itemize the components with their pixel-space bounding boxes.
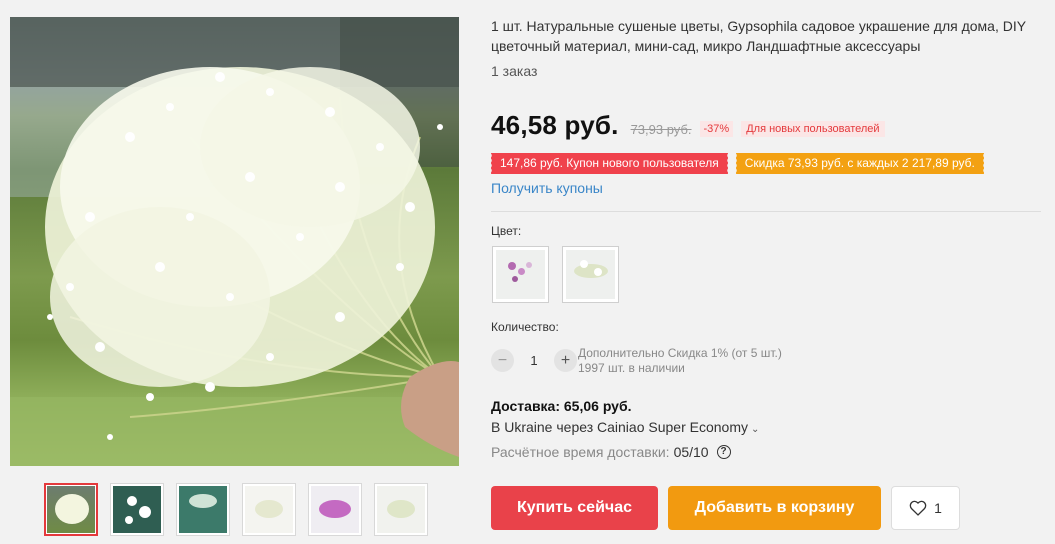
product-title: 1 шт. Натуральные сушеные цветы, Gypsoph… — [491, 18, 1026, 54]
color-option-purple[interactable] — [492, 246, 549, 303]
shipping-price: Доставка: 65,06 руб. — [491, 398, 632, 414]
shipping-method-text: В Ukraine через Cainiao Super Economy — [491, 419, 748, 435]
new-user-coupon[interactable]: 147,86 руб. Купон нового пользователя — [489, 153, 730, 174]
orders-count: 1 заказ — [491, 63, 538, 79]
thumbnail-5[interactable] — [308, 483, 362, 536]
color-option-white[interactable] — [562, 246, 619, 303]
wishlist-count: 1 — [934, 500, 942, 516]
get-coupons-link[interactable]: Получить купоны — [491, 180, 603, 196]
coupon-row: 147,86 руб. Купон нового пользователя Ск… — [489, 153, 987, 174]
shipping-method-selector[interactable]: В Ukraine через Cainiao Super Economy ⌄ — [491, 419, 759, 435]
thumbnail-strip — [44, 483, 428, 536]
discount-badge: -37% — [699, 121, 734, 137]
delivery-time: Расчётное время доставки: 05/10 ? — [491, 444, 731, 460]
extra-discount-text: Дополнительно Скидка 1% (от 5 шт.) — [578, 346, 782, 360]
quantity-minus-button[interactable]: − — [491, 349, 514, 372]
store-discount-coupon[interactable]: Скидка 73,93 руб. с каждых 2 217,89 руб. — [733, 153, 987, 174]
thumbnail-4[interactable] — [242, 483, 296, 536]
help-icon[interactable]: ? — [716, 445, 731, 459]
quantity-value[interactable]: 1 — [514, 353, 554, 368]
thumbnail-1[interactable] — [44, 483, 98, 536]
old-price: 73,93 руб. — [630, 122, 692, 137]
main-product-image[interactable] — [10, 17, 459, 466]
wishlist-button[interactable]: 1 — [891, 486, 960, 530]
quantity-note: Дополнительно Скидка 1% (от 5 шт.) 1997 … — [578, 346, 782, 376]
current-price: 46,58 руб. — [491, 110, 619, 140]
divider — [491, 211, 1041, 212]
quantity-plus-button[interactable]: + — [554, 349, 577, 372]
delivery-time-label: Расчётное время доставки: — [491, 444, 670, 460]
product-photo-illustration — [10, 17, 459, 466]
delivery-time-value: 05/10 — [673, 444, 709, 460]
add-to-cart-button[interactable]: Добавить в корзину — [668, 486, 881, 530]
thumbnail-3[interactable] — [176, 483, 230, 536]
quantity-label: Количество: — [491, 320, 559, 334]
thumbnail-2[interactable] — [110, 483, 164, 536]
heart-icon — [909, 500, 927, 516]
color-label: Цвет: — [491, 224, 522, 238]
buy-now-button[interactable]: Купить сейчас — [491, 486, 658, 530]
quantity-stepper: − 1 + — [491, 349, 577, 372]
chevron-down-icon: ⌄ — [750, 424, 760, 435]
new-user-badge: Для новых пользователей — [741, 121, 885, 137]
color-swatches — [492, 246, 619, 303]
price-row: 46,58 руб. 73,93 руб. -37% Для новых пол… — [491, 110, 885, 141]
thumbnail-6[interactable] — [374, 483, 428, 536]
stock-text: 1997 шт. в наличии — [578, 361, 685, 375]
